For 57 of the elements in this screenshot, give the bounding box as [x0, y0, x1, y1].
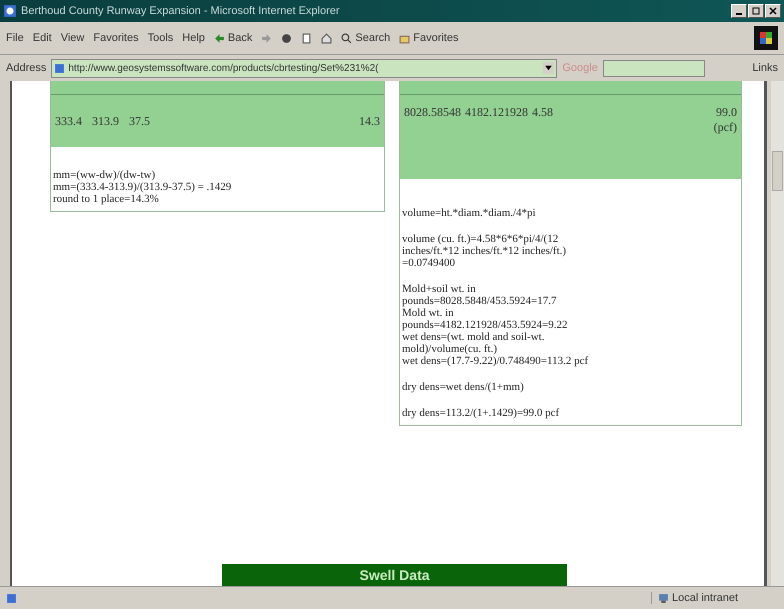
calculation-line: dry dens=113.2/(1+.1429)=99.0 pcf	[402, 407, 560, 419]
menu-item[interactable]: Tools	[148, 32, 174, 44]
menu-item[interactable]: Favorites	[93, 32, 139, 44]
scroll-thumb[interactable]	[772, 151, 783, 191]
menu-item[interactable]: Edit	[32, 32, 52, 44]
table-cell: 313.9	[92, 114, 119, 128]
calculation-line: inches/ft.*12 inches/ft.*12 inches/ft.)	[402, 245, 568, 257]
network-icon	[658, 592, 669, 604]
home-icon[interactable]	[321, 32, 332, 44]
table-cell: 14.3	[359, 114, 380, 128]
calculation-line: mm=(ww-dw)/(dw-tw)	[53, 169, 156, 181]
close-button[interactable]	[765, 4, 781, 18]
table-cell: 8028.58548	[404, 105, 461, 120]
table-cell: 333.4	[55, 114, 82, 128]
table-cell: 4.58	[532, 105, 553, 120]
calculation-line: volume (cu. ft.)=4.58*6*6*pi/4/(12	[402, 233, 560, 245]
calculation-line: pounds=8028.5848/453.5924=17.7	[402, 295, 558, 307]
section-heading: Swell Data	[222, 564, 567, 586]
window-title: Berthoud County Runway Expansion - Microsoft Internet Explorer	[21, 5, 341, 17]
security-zone: Local intranet	[651, 592, 778, 604]
dropdown-icon[interactable]	[543, 62, 554, 74]
calculation-line: mold)/volume(cu. ft.)	[402, 343, 498, 355]
menu-item[interactable]: File	[6, 32, 24, 44]
favorites-button[interactable]: Favorites	[399, 32, 458, 44]
page-icon	[54, 62, 66, 74]
table-cell-text: 99.0 (pcf)	[712, 105, 737, 135]
search-button[interactable]: Search	[341, 32, 390, 44]
maximize-button[interactable]	[748, 4, 764, 18]
maximize-icon	[751, 6, 761, 16]
browser-icon	[3, 4, 17, 18]
menu-item[interactable]: Help	[182, 32, 205, 44]
minimize-icon	[736, 13, 742, 15]
back-arrow-icon	[214, 32, 225, 44]
google-search-field[interactable]	[602, 60, 705, 76]
scrollbar[interactable]	[771, 81, 784, 586]
close-icon	[768, 6, 778, 16]
calculation-line: Mold+soil wt. in	[402, 283, 477, 295]
table-cell: 4182.121928	[465, 105, 528, 120]
calculation-line: round to 1 place=14.3%	[53, 193, 160, 205]
calculation-line: wet dens=(17.7-9.22)/0.748490=113.2 pcf	[402, 355, 590, 367]
search-icon	[341, 32, 352, 44]
calculation-line: mm=(333.4-313.9)/(313.9-37.5) = .1429	[53, 181, 232, 193]
minimize-button[interactable]	[731, 4, 747, 18]
calculation-line: =0.0749400	[402, 257, 456, 269]
back-button[interactable]: Back	[214, 32, 252, 44]
links-button[interactable]: Links	[752, 62, 778, 74]
calculation-line: wet dens=(wt. mold and soil-wt.	[402, 331, 546, 343]
address-field[interactable]: http://www.geosystemssoftware.com/products/cbrtesting/Set%231%2(	[51, 58, 558, 78]
windows-logo-icon	[754, 26, 778, 50]
calculation-line: volume=ht.*diam.*diam./4*pi	[402, 207, 537, 219]
address-label: Address	[6, 62, 46, 74]
menu-item[interactable]: View	[60, 32, 84, 44]
page-icon	[6, 592, 17, 604]
table-cell: 37.5	[129, 114, 150, 128]
calculation-line: dry dens=wet dens/(1+mm)	[402, 381, 525, 393]
calculation-line: Mold wt. in	[402, 307, 455, 319]
calculation-line: pounds=4182.121928/453.5924=9.22	[402, 319, 568, 331]
